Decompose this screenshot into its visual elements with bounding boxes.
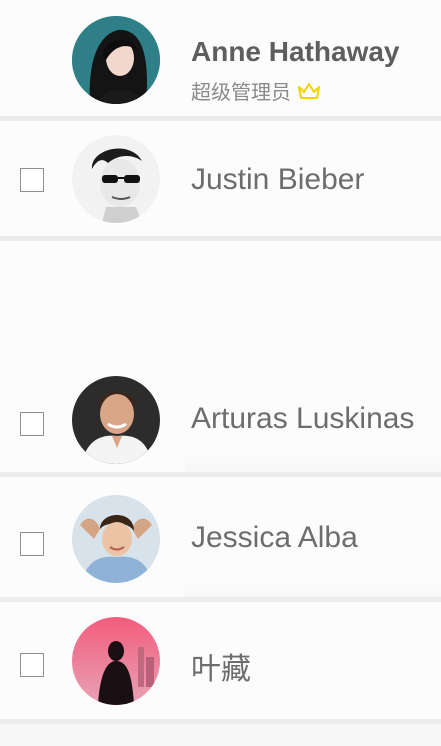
admin-row[interactable]: Anne Hathaway 超级管理员 [0, 0, 441, 121]
member-checkbox[interactable] [20, 412, 44, 436]
member-avatar[interactable] [72, 135, 160, 223]
avatar-image [72, 135, 160, 223]
member-row[interactable]: Arturas Luskinas [0, 373, 441, 477]
member-checkbox[interactable] [20, 653, 44, 677]
member-list-page: Anne Hathaway 超级管理员 Justin Bieber Artura… [0, 0, 441, 746]
admin-name: Anne Hathaway [191, 36, 400, 67]
member-row[interactable]: Jessica Alba [0, 477, 441, 602]
member-name: Arturas Luskinas [191, 402, 415, 435]
row-shadow [185, 450, 441, 472]
crown-icon [297, 81, 321, 101]
admin-avatar[interactable] [72, 16, 160, 104]
row-shadow [185, 575, 441, 597]
list-gap [0, 241, 441, 373]
member-avatar[interactable] [72, 617, 160, 705]
member-checkbox[interactable] [20, 168, 44, 192]
member-name: 叶藏 [191, 653, 251, 686]
member-name: Jessica Alba [191, 521, 358, 554]
member-checkbox[interactable] [20, 532, 44, 556]
avatar-image [72, 16, 160, 104]
member-row[interactable]: 叶藏 [0, 602, 441, 724]
member-name: Justin Bieber [191, 163, 365, 196]
avatar-image [72, 376, 160, 464]
member-row[interactable]: Justin Bieber [0, 121, 441, 241]
admin-role: 超级管理员 [191, 76, 321, 105]
member-avatar[interactable] [72, 376, 160, 464]
member-avatar[interactable] [72, 495, 160, 583]
avatar-image [72, 617, 160, 705]
admin-role-label: 超级管理员 [191, 82, 291, 104]
avatar-image [72, 495, 160, 583]
